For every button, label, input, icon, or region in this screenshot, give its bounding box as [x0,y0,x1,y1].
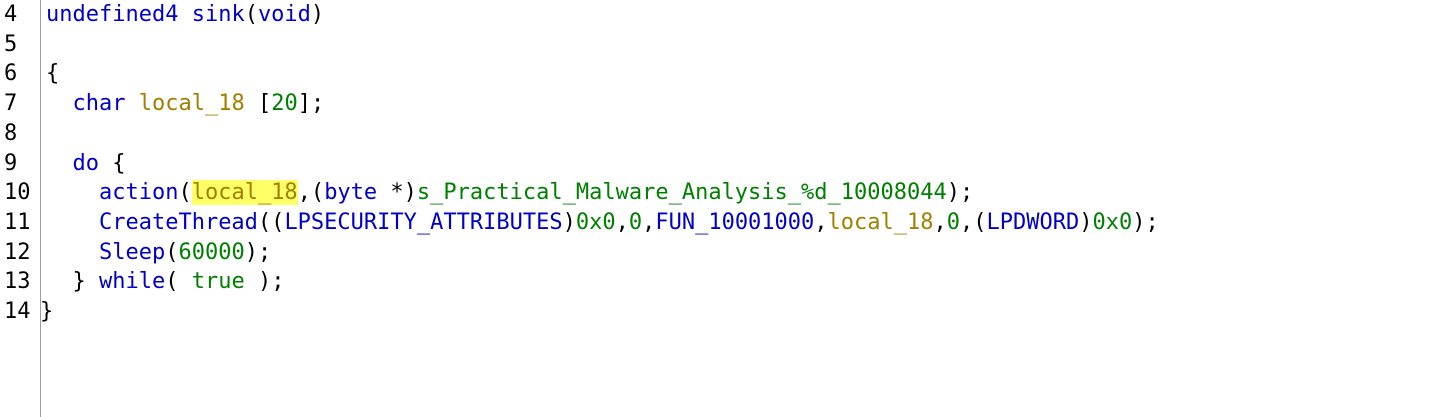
keyword-token[interactable]: do [73,151,100,176]
number-token[interactable]: 20 [271,91,298,116]
code-line-13[interactable]: } while( true ); [46,267,285,297]
punctuation-token: ) [562,209,576,235]
code-line-4[interactable]: undefined4 sink(void) [46,0,324,30]
line-number: 11 [4,209,31,235]
line-number: 4 [4,2,18,27]
close-brace-token: } [72,269,99,295]
line-number: 8 [4,120,18,146]
number-token[interactable]: 0 [947,210,960,235]
line-number: 14 [4,299,31,324]
line-number: 9 [4,150,18,176]
punctuation-token: , [642,209,656,235]
type-token[interactable]: char [73,91,126,116]
punctuation-token: , [933,209,947,235]
punctuation-token: ) [310,2,325,27]
decompiler-editor[interactable]: 4 5 6 7 8 9 10 11 12 13 14 undefined4 si… [0,0,1454,417]
function-call-token[interactable]: CreateThread [99,210,258,235]
code-line-10[interactable]: action(local_18,(byte *)s_Practical_Malw… [46,178,973,208]
param-type-token[interactable]: void [258,2,311,27]
punctuation-token: ( [244,2,258,27]
return-type-token[interactable]: undefined4 [46,2,178,27]
punctuation-token: ( [165,239,179,265]
punctuation-token: (( [257,209,285,235]
line-number: 12 [4,239,31,265]
punctuation-token: [ [257,91,272,117]
punctuation-token: ,( [960,209,987,235]
number-token[interactable]: 0x0 [576,210,616,235]
function-name-token[interactable]: sink [192,2,245,27]
string-label-token[interactable]: s_Practical_Malware_Analysis_%d_10008044 [417,180,947,205]
punctuation-token: ) [1079,209,1093,235]
function-call-token[interactable]: Sleep [99,240,165,265]
code-line-6[interactable]: { [46,59,59,89]
cast-type-token[interactable]: byte [324,180,377,205]
line-number: 6 [4,61,18,87]
punctuation-token: ); [244,239,272,265]
punctuation-token: , [615,209,629,235]
code-line-14[interactable]: } [40,297,53,327]
number-token[interactable]: 0 [629,210,642,235]
highlighted-variable-token[interactable]: local_18 [191,180,298,206]
function-ref-token[interactable]: FUN_10001000 [655,210,814,235]
keyword-token[interactable]: while [99,269,165,294]
punctuation-token: ( [165,269,192,295]
close-brace-token: } [40,299,54,324]
constant-token[interactable]: true [192,269,245,294]
line-number: 5 [4,31,18,57]
open-brace-token: { [46,61,60,87]
line-number: 13 [4,269,31,295]
line-number: 10 [4,180,31,206]
line-number-gutter: 4 5 6 7 8 9 10 11 12 13 14 [0,0,40,417]
punctuation-token: ( [178,180,192,206]
code-line-7[interactable]: char local_18 [20]; [46,89,325,119]
punctuation-token: ); [244,269,285,295]
punctuation-token: ); [1132,209,1159,235]
punctuation-token: ]; [297,91,325,117]
code-line-12[interactable]: Sleep(60000); [46,238,271,268]
variable-token[interactable]: local_18 [828,210,934,235]
punctuation-token: { [99,150,126,176]
cast-type-token[interactable]: LPSECURITY_ATTRIBUTES [284,210,562,235]
number-token[interactable]: 60000 [178,240,244,265]
function-call-token[interactable]: action [99,180,178,205]
gutter-divider [40,0,41,417]
variable-token[interactable]: local_18 [139,91,245,116]
punctuation-token: *) [377,180,417,206]
code-line-11[interactable]: CreateThread((LPSECURITY_ATTRIBUTES)0x0,… [46,208,1159,238]
punctuation-token: ,( [297,180,325,206]
number-token[interactable]: 0x0 [1092,210,1132,235]
line-number: 7 [4,91,18,117]
cast-type-token[interactable]: LPDWORD [987,210,1080,235]
punctuation-token: ); [946,180,974,206]
punctuation-token: , [814,209,828,235]
code-line-9[interactable]: do { [46,149,126,179]
